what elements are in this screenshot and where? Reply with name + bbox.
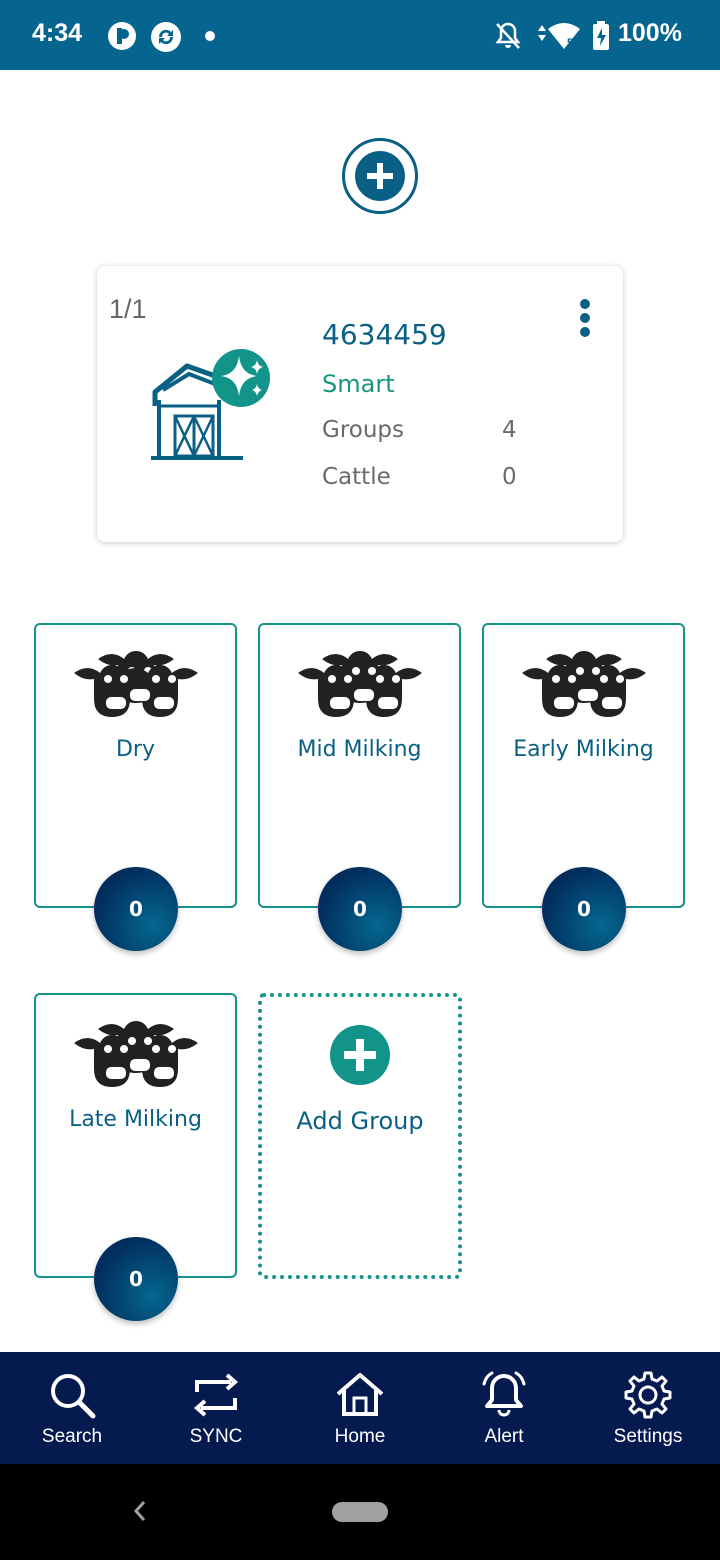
group-card-early-milking[interactable]: Early Milking	[482, 623, 685, 908]
status-time: 4:34	[32, 19, 83, 47]
nav-label: Home	[334, 1426, 386, 1447]
group-card-late-milking[interactable]: Late Milking	[34, 993, 237, 1278]
groups-label: Groups	[322, 417, 405, 443]
group-name: Mid Milking	[297, 737, 422, 762]
dot-icon	[205, 31, 215, 41]
settings-icon	[624, 1371, 672, 1419]
group-count-badge: 0	[542, 867, 626, 951]
app-icon-p	[108, 22, 136, 50]
battery-icon	[593, 21, 609, 50]
nav-label: Alert	[484, 1426, 524, 1447]
farm-pager: 1/1	[109, 294, 147, 324]
svg-text:5: 5	[567, 37, 573, 49]
home-icon	[336, 1373, 384, 1416]
smart-barn-icon	[151, 349, 270, 460]
farm-card[interactable]: 1/1 4634459 Smart Groups 4 Cattle 0	[97, 266, 623, 542]
group-card-dry[interactable]: Dry	[34, 623, 237, 908]
group-count-badge: 0	[94, 1237, 178, 1321]
group-name: Early Milking	[513, 737, 654, 762]
back-chevron-icon[interactable]	[130, 1498, 150, 1524]
add-group-button[interactable]: Add Group	[258, 993, 462, 1279]
nav-label: Settings	[613, 1426, 683, 1447]
nav-settings[interactable]: Settings	[576, 1352, 720, 1464]
nav-alert[interactable]: Alert	[432, 1352, 576, 1464]
bottom-nav: Search SYNC Home Alert Settings	[0, 1352, 720, 1464]
plus-icon	[355, 151, 405, 201]
add-group-label: Add Group	[296, 1107, 424, 1135]
alert-icon	[482, 1371, 526, 1417]
groups-value: 4	[502, 417, 517, 443]
cows-icon	[74, 651, 198, 717]
search-icon	[51, 1374, 96, 1419]
status-bar: 4:34 5 100%	[0, 0, 720, 70]
nav-label: Search	[41, 1426, 103, 1447]
farm-type: Smart	[322, 370, 395, 398]
nav-home[interactable]: Home	[288, 1352, 432, 1464]
plus-icon	[330, 1025, 390, 1085]
group-name: Dry	[115, 737, 155, 762]
app-icon-sync	[151, 22, 181, 52]
group-count-badge: 0	[94, 867, 178, 951]
nav-label: SYNC	[189, 1426, 243, 1447]
cattle-value: 0	[502, 464, 517, 490]
cattle-label: Cattle	[322, 464, 391, 490]
cows-icon	[74, 1021, 198, 1087]
cows-icon	[298, 651, 422, 717]
sync-icon	[193, 1373, 239, 1417]
add-farm-button[interactable]	[342, 138, 418, 214]
group-card-mid-milking[interactable]: Mid Milking	[258, 623, 461, 908]
cows-icon	[522, 651, 646, 717]
nav-search[interactable]: Search	[0, 1352, 144, 1464]
group-name: Late Milking	[69, 1107, 202, 1132]
more-menu-icon[interactable]	[573, 296, 597, 338]
battery-percent: 100%	[618, 19, 682, 47]
nav-sync[interactable]: SYNC	[144, 1352, 288, 1464]
mute-icon	[495, 22, 521, 49]
wifi-icon: 5	[538, 23, 580, 49]
group-count-badge: 0	[318, 867, 402, 951]
farm-id: 4634459	[322, 318, 447, 351]
home-pill[interactable]	[332, 1502, 388, 1522]
